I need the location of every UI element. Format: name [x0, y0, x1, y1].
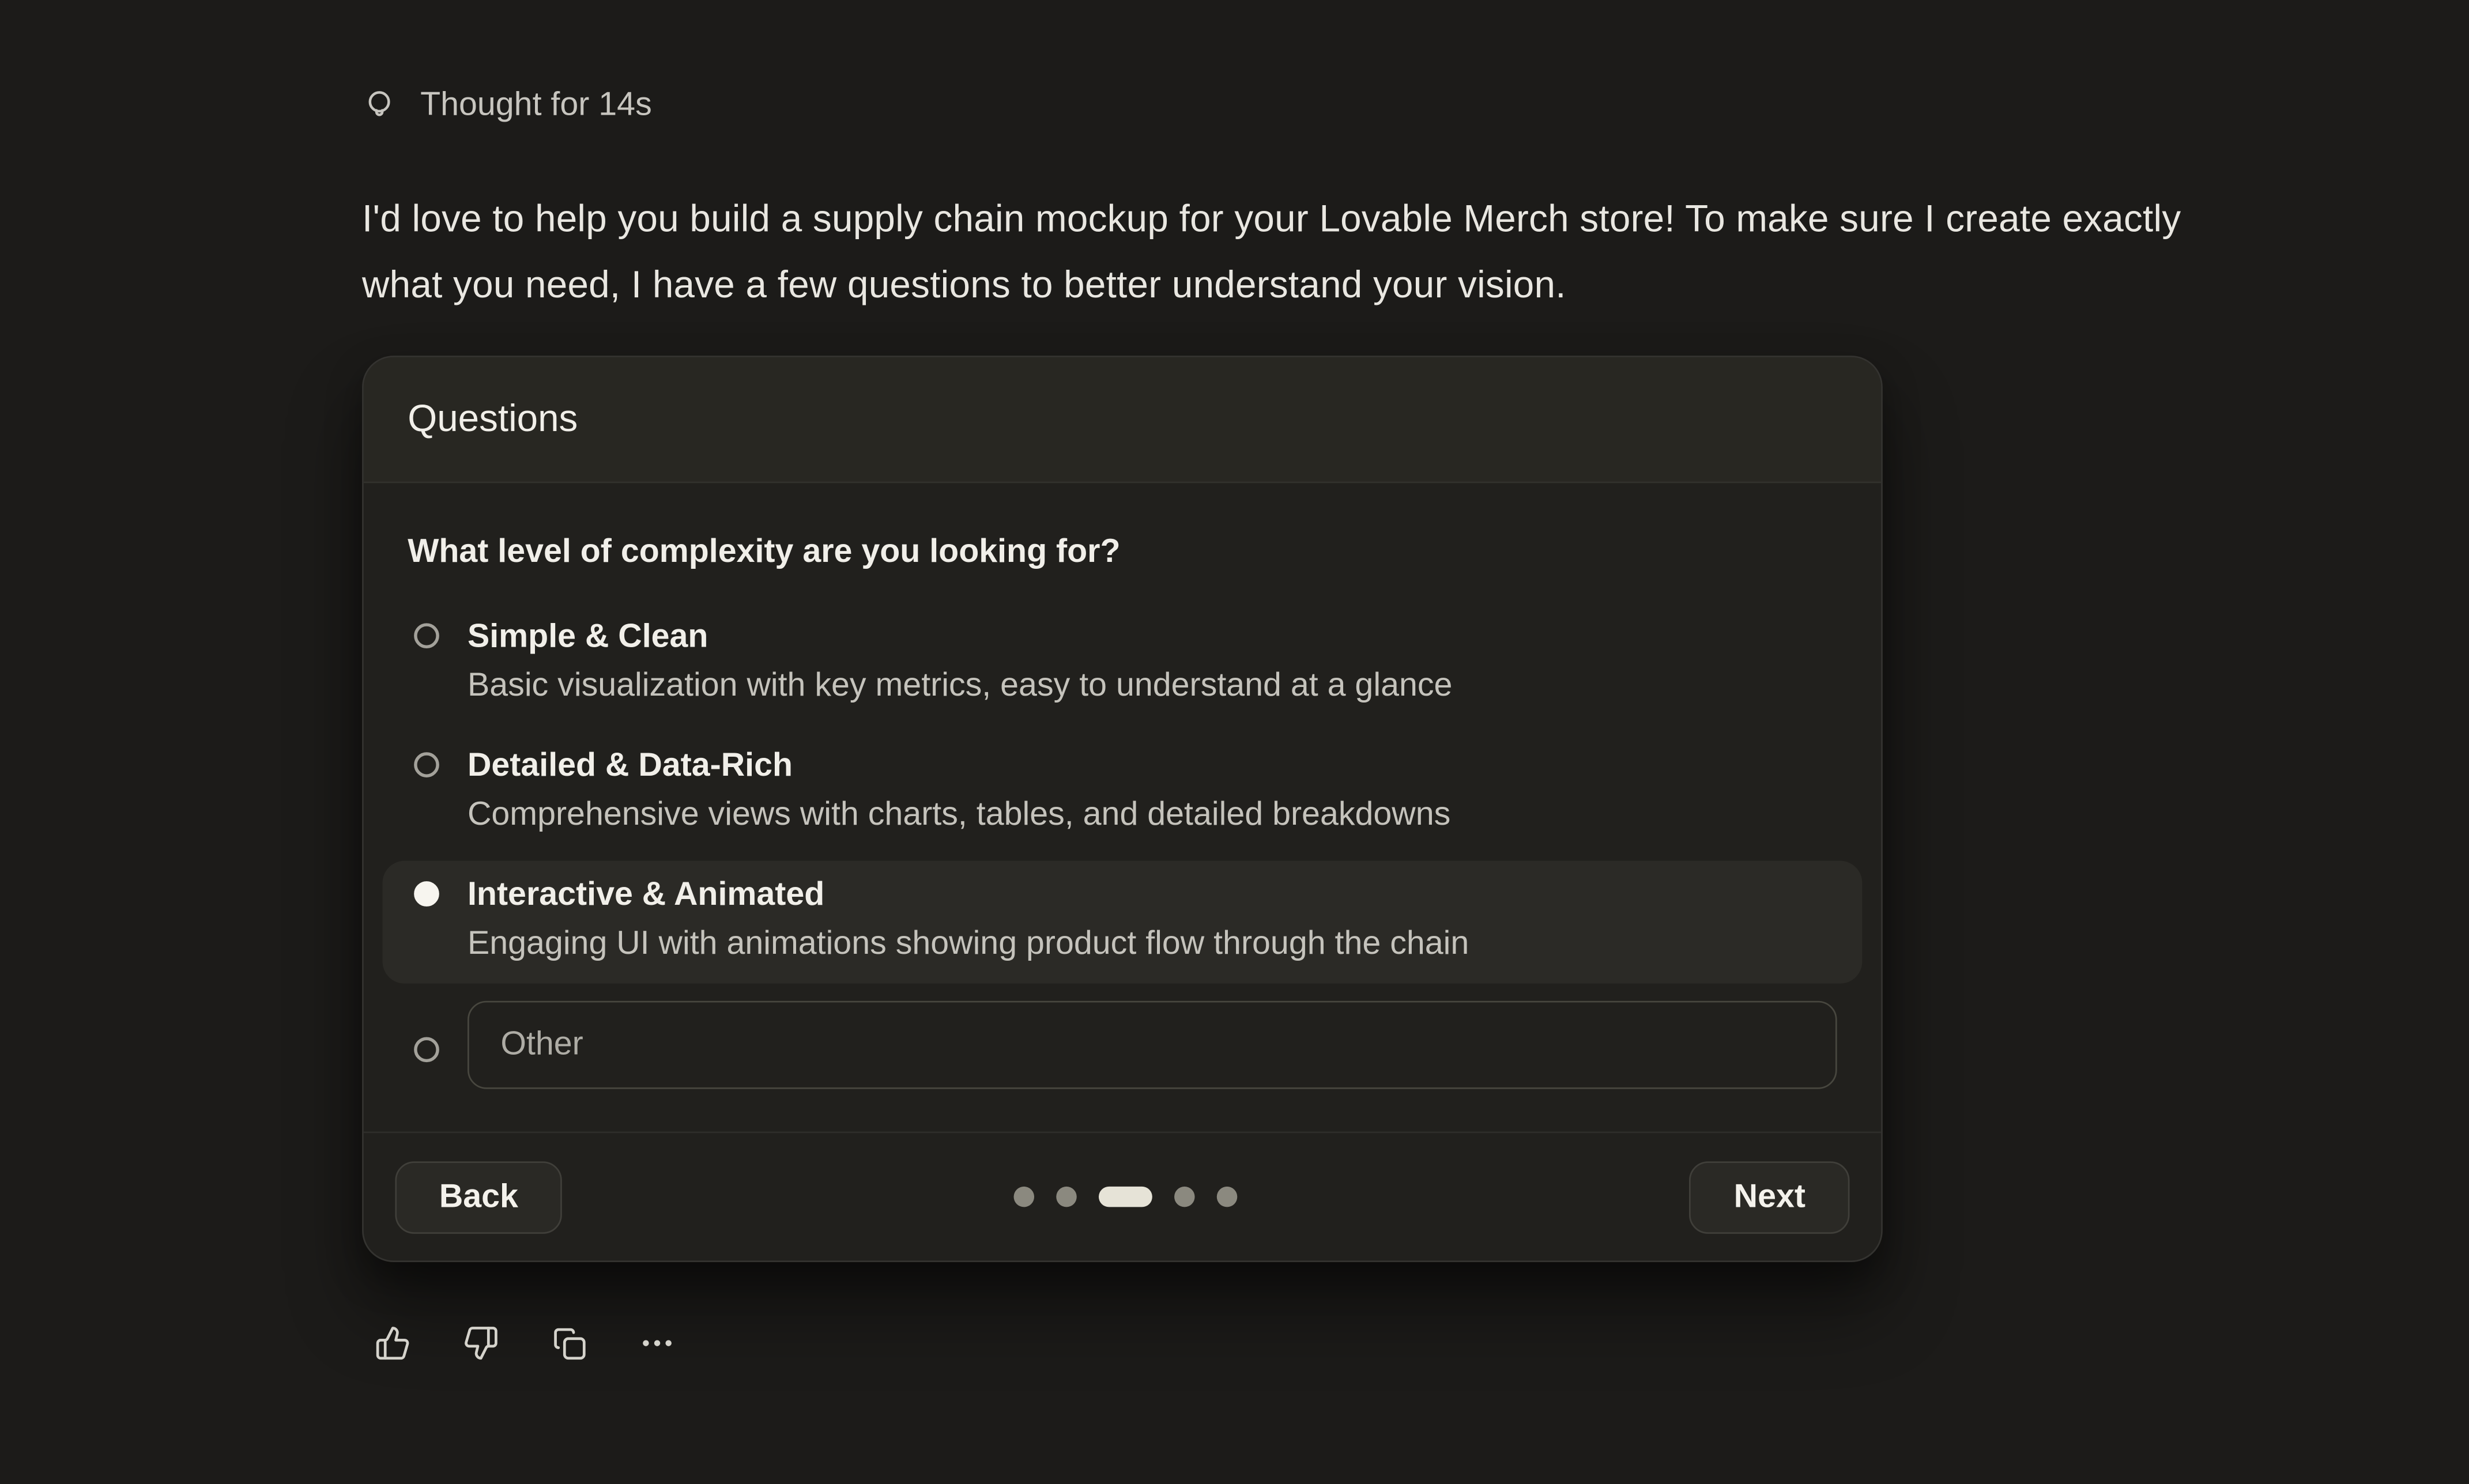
other-input[interactable]: [468, 1001, 1837, 1089]
option-label: Interactive & Animated: [468, 874, 1469, 917]
back-button[interactable]: Back: [395, 1161, 562, 1233]
questions-card: Questions What level of complexity are y…: [362, 356, 1883, 1262]
option-detailed-data-rich[interactable]: Detailed & Data-Rich Comprehensive views…: [383, 732, 1863, 855]
more-icon: [639, 1325, 676, 1361]
radio-button[interactable]: [414, 881, 439, 907]
thought-summary[interactable]: Thought for 14s: [0, 0, 652, 124]
thumbs-down-icon: [463, 1325, 499, 1361]
pagination-dot[interactable]: [1217, 1187, 1238, 1207]
option-label: Simple & Clean: [468, 615, 1452, 659]
option-description: Basic visualization with key metrics, ea…: [468, 659, 1452, 713]
thumbs-up-icon: [375, 1325, 411, 1361]
option-description: Comprehensive views with charts, tables,…: [468, 788, 1450, 842]
lightbulb-icon: [362, 88, 397, 123]
pagination-dot[interactable]: [1175, 1187, 1195, 1207]
pagination-dot[interactable]: [1057, 1187, 1077, 1207]
copy-icon: [551, 1325, 587, 1361]
questions-card-footer: Back Next: [364, 1131, 1881, 1260]
thumbs-up-button[interactable]: [375, 1325, 411, 1361]
questions-card-body: What level of complexity are you looking…: [364, 483, 1881, 1131]
copy-button[interactable]: [551, 1325, 587, 1361]
thumbs-down-button[interactable]: [463, 1325, 499, 1361]
pagination-dot-active[interactable]: [1099, 1187, 1153, 1207]
thought-label: Thought for 14s: [420, 86, 652, 124]
pagination-dot[interactable]: [1014, 1187, 1034, 1207]
assistant-message-text: I'd love to help you build a supply chai…: [362, 187, 2188, 319]
option-label: Detailed & Data-Rich: [468, 745, 1450, 788]
option-interactive-animated[interactable]: Interactive & Animated Engaging UI with …: [383, 861, 1863, 984]
pagination-dots: [1014, 1187, 1238, 1207]
options-list: Simple & Clean Basic visualization with …: [383, 603, 1863, 1100]
message-actions: [375, 1325, 2468, 1361]
option-simple-clean[interactable]: Simple & Clean Basic visualization with …: [383, 603, 1863, 726]
option-description: Engaging UI with animations showing prod…: [468, 917, 1469, 971]
question-text: What level of complexity are you looking…: [408, 534, 1837, 572]
next-button[interactable]: Next: [1690, 1161, 1849, 1233]
assistant-response: Thought for 14s I'd love to help you bui…: [0, 0, 2468, 1484]
option-other[interactable]: [383, 990, 1863, 1100]
card-title: Questions: [408, 397, 578, 441]
radio-button[interactable]: [414, 623, 439, 648]
radio-button[interactable]: [414, 752, 439, 777]
questions-card-header: Questions: [364, 357, 1881, 483]
more-button[interactable]: [639, 1325, 676, 1361]
radio-button[interactable]: [414, 1036, 439, 1062]
